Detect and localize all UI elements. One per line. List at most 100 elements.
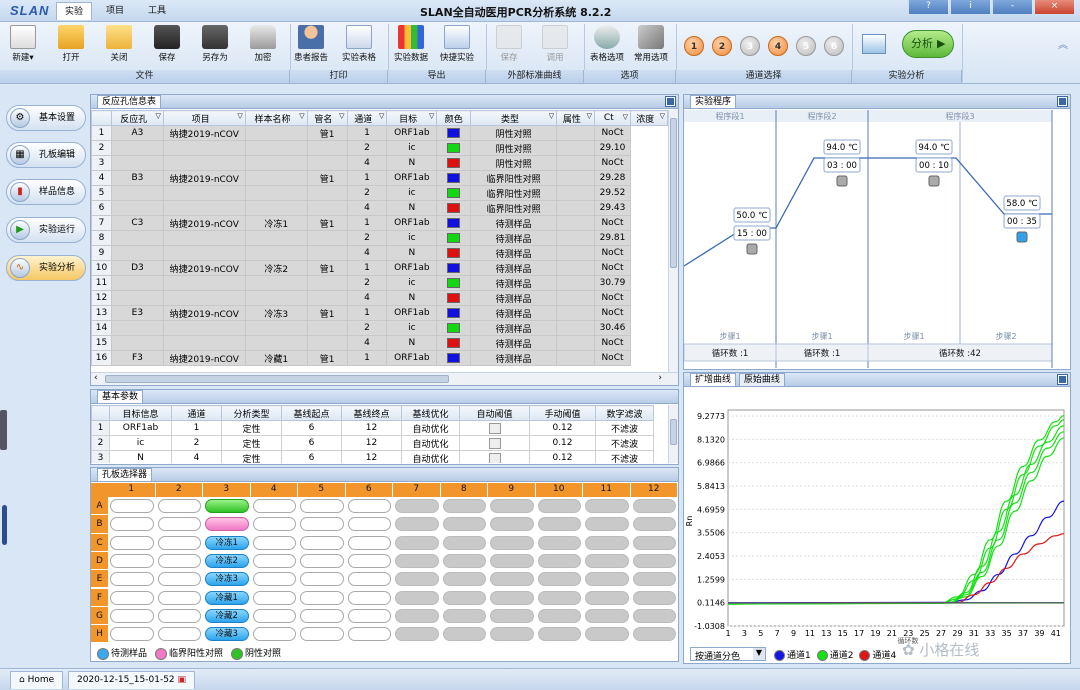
plate-well[interactable] bbox=[300, 535, 344, 550]
close-tab-icon[interactable]: ▣ bbox=[178, 675, 187, 685]
plate-well[interactable] bbox=[300, 590, 344, 605]
color-mode-select[interactable]: 按通道分色 ▼ bbox=[690, 647, 766, 662]
maximize-icon[interactable] bbox=[1057, 374, 1068, 385]
plate-col-header[interactable]: 2 bbox=[155, 483, 203, 497]
filter-icon[interactable]: ▽ bbox=[237, 112, 242, 120]
plate-well[interactable] bbox=[632, 535, 676, 550]
plate-col-header[interactable]: 8 bbox=[440, 483, 488, 497]
plate-well[interactable] bbox=[110, 627, 154, 642]
plate-well[interactable] bbox=[300, 572, 344, 587]
channel-1-toggle[interactable]: 1 bbox=[684, 36, 704, 56]
plate-well[interactable] bbox=[395, 572, 439, 587]
plate-well[interactable] bbox=[347, 553, 391, 568]
camera-icon[interactable] bbox=[1016, 231, 1028, 243]
plate-well[interactable] bbox=[157, 590, 201, 605]
plate-well[interactable] bbox=[632, 627, 676, 642]
plate-well[interactable]: 冷藏2 bbox=[205, 608, 249, 623]
plate-well[interactable] bbox=[632, 572, 676, 587]
filter-icon[interactable]: ▽ bbox=[429, 112, 434, 120]
collapse-ribbon-icon[interactable]: ︽ bbox=[1058, 36, 1068, 51]
plate-well[interactable] bbox=[442, 535, 486, 550]
plate-row-header[interactable]: F bbox=[91, 588, 108, 607]
plate-well[interactable] bbox=[632, 517, 676, 532]
plate-well[interactable] bbox=[252, 627, 296, 642]
plate-col-header[interactable]: 4 bbox=[250, 483, 298, 497]
plate-col-header[interactable]: 1 bbox=[108, 483, 156, 497]
step-time[interactable]: 00 : 35 bbox=[1007, 217, 1037, 227]
reaction-col-header[interactable]: 样本名称 ▽ bbox=[244, 110, 308, 126]
tab-raw-curve[interactable]: 原始曲线 bbox=[738, 373, 785, 386]
table-row[interactable]: 6 4 N 临界阳性对照 29.43 bbox=[91, 200, 668, 216]
plate-well[interactable] bbox=[395, 553, 439, 568]
channel-4-toggle[interactable]: 4 bbox=[768, 36, 788, 56]
table-cell[interactable] bbox=[459, 450, 530, 463]
reaction-col-header[interactable]: 管名 ▽ bbox=[306, 110, 348, 126]
scroll-left-icon[interactable]: ‹ bbox=[94, 373, 98, 383]
camera-icon[interactable] bbox=[836, 175, 848, 187]
camera-icon[interactable] bbox=[928, 175, 940, 187]
help-button[interactable]: ? bbox=[908, 0, 948, 14]
reaction-col-header[interactable]: 类型 ▽ bbox=[470, 110, 558, 126]
plate-well[interactable] bbox=[442, 590, 486, 605]
analysis-chart-icon[interactable] bbox=[862, 34, 886, 54]
ribbon-button-14[interactable]: 常用选项 bbox=[630, 25, 672, 63]
nav-run[interactable]: ▶ 实验运行 bbox=[6, 217, 86, 243]
filter-icon[interactable]: ▽ bbox=[379, 112, 384, 120]
plate-well[interactable] bbox=[537, 517, 581, 532]
plate-row-header[interactable]: D bbox=[91, 551, 108, 571]
plate-well[interactable] bbox=[537, 627, 581, 642]
side-dock-handle[interactable] bbox=[0, 410, 7, 450]
plate-well[interactable] bbox=[157, 517, 201, 532]
ribbon-button-4[interactable]: 保存 bbox=[146, 25, 188, 63]
plate-well[interactable] bbox=[252, 608, 296, 623]
plate-well[interactable] bbox=[537, 553, 581, 568]
step-temperature[interactable]: 94.0 ℃ bbox=[918, 143, 950, 153]
plate-well[interactable] bbox=[395, 627, 439, 642]
nav-basic-settings[interactable]: ⚙ 基本设置 bbox=[6, 105, 86, 131]
plate-well[interactable] bbox=[537, 535, 581, 550]
plate-well[interactable] bbox=[157, 535, 201, 550]
plate-col-header[interactable]: 6 bbox=[345, 483, 393, 497]
plate-well[interactable] bbox=[252, 535, 296, 550]
plate-row-header[interactable]: H bbox=[91, 625, 108, 644]
ribbon-button-5[interactable]: 另存为 bbox=[194, 25, 236, 63]
plate-well[interactable] bbox=[585, 499, 629, 513]
plate-well[interactable] bbox=[442, 627, 486, 642]
camera-icon[interactable] bbox=[746, 243, 758, 255]
plate-well[interactable] bbox=[252, 517, 296, 532]
plate-well[interactable] bbox=[157, 553, 201, 568]
table-row[interactable]: 8 2 ic 待测样品 29.81 bbox=[91, 230, 668, 246]
table-row[interactable]: 9 4 N 待测样品 NoCt bbox=[91, 245, 668, 261]
filter-icon[interactable]: ▽ bbox=[549, 112, 554, 120]
reaction-scrollbar-horizontal[interactable]: ‹ › bbox=[91, 372, 678, 385]
table-row[interactable]: 10 D3 纳捷2019-nCOV 冷冻2 管1 1 ORF1ab 待测样品 NoCt bbox=[91, 260, 668, 276]
ribbon-button-7[interactable]: 患者报告 bbox=[290, 25, 332, 63]
plate-well[interactable] bbox=[300, 499, 344, 513]
reaction-info-tab[interactable]: 反应孔信息表 bbox=[97, 95, 162, 108]
reaction-col-header[interactable]: 项目 ▽ bbox=[162, 110, 246, 126]
plate-well[interactable]: 冷藏3 bbox=[205, 627, 249, 642]
plate-well[interactable] bbox=[157, 499, 201, 513]
scroll-right-icon[interactable]: › bbox=[658, 373, 662, 383]
reaction-col-header[interactable]: 通道 ▽ bbox=[346, 110, 388, 126]
plate-well[interactable] bbox=[537, 590, 581, 605]
step-editor[interactable]: 94.0 ℃ 03 : 00 bbox=[823, 139, 861, 187]
plate-well[interactable] bbox=[442, 572, 486, 587]
plate-well[interactable] bbox=[585, 517, 629, 532]
params-scrollbar[interactable] bbox=[668, 405, 678, 463]
experiment-file-tab[interactable]: 2020-12-15_15-01-52 ▣ bbox=[68, 671, 196, 689]
plate-well[interactable]: 冷藏1 bbox=[205, 590, 249, 605]
table-row[interactable]: 12 4 N 待测样品 NoCt bbox=[91, 290, 668, 306]
plate-well[interactable] bbox=[490, 627, 534, 642]
plate-well[interactable] bbox=[157, 608, 201, 623]
plate-well[interactable] bbox=[395, 608, 439, 623]
plate-well[interactable] bbox=[157, 572, 201, 587]
filter-icon[interactable]: ▽ bbox=[660, 112, 665, 120]
plate-well[interactable] bbox=[442, 608, 486, 623]
plate-well[interactable] bbox=[157, 627, 201, 642]
filter-icon[interactable]: ▽ bbox=[587, 112, 592, 120]
plate-selector-tab[interactable]: 孔板选择器 bbox=[97, 468, 153, 481]
plate-well[interactable] bbox=[347, 535, 391, 550]
plate-col-header[interactable]: 11 bbox=[583, 483, 631, 497]
plate-well[interactable]: 冷冻3 bbox=[205, 572, 249, 587]
